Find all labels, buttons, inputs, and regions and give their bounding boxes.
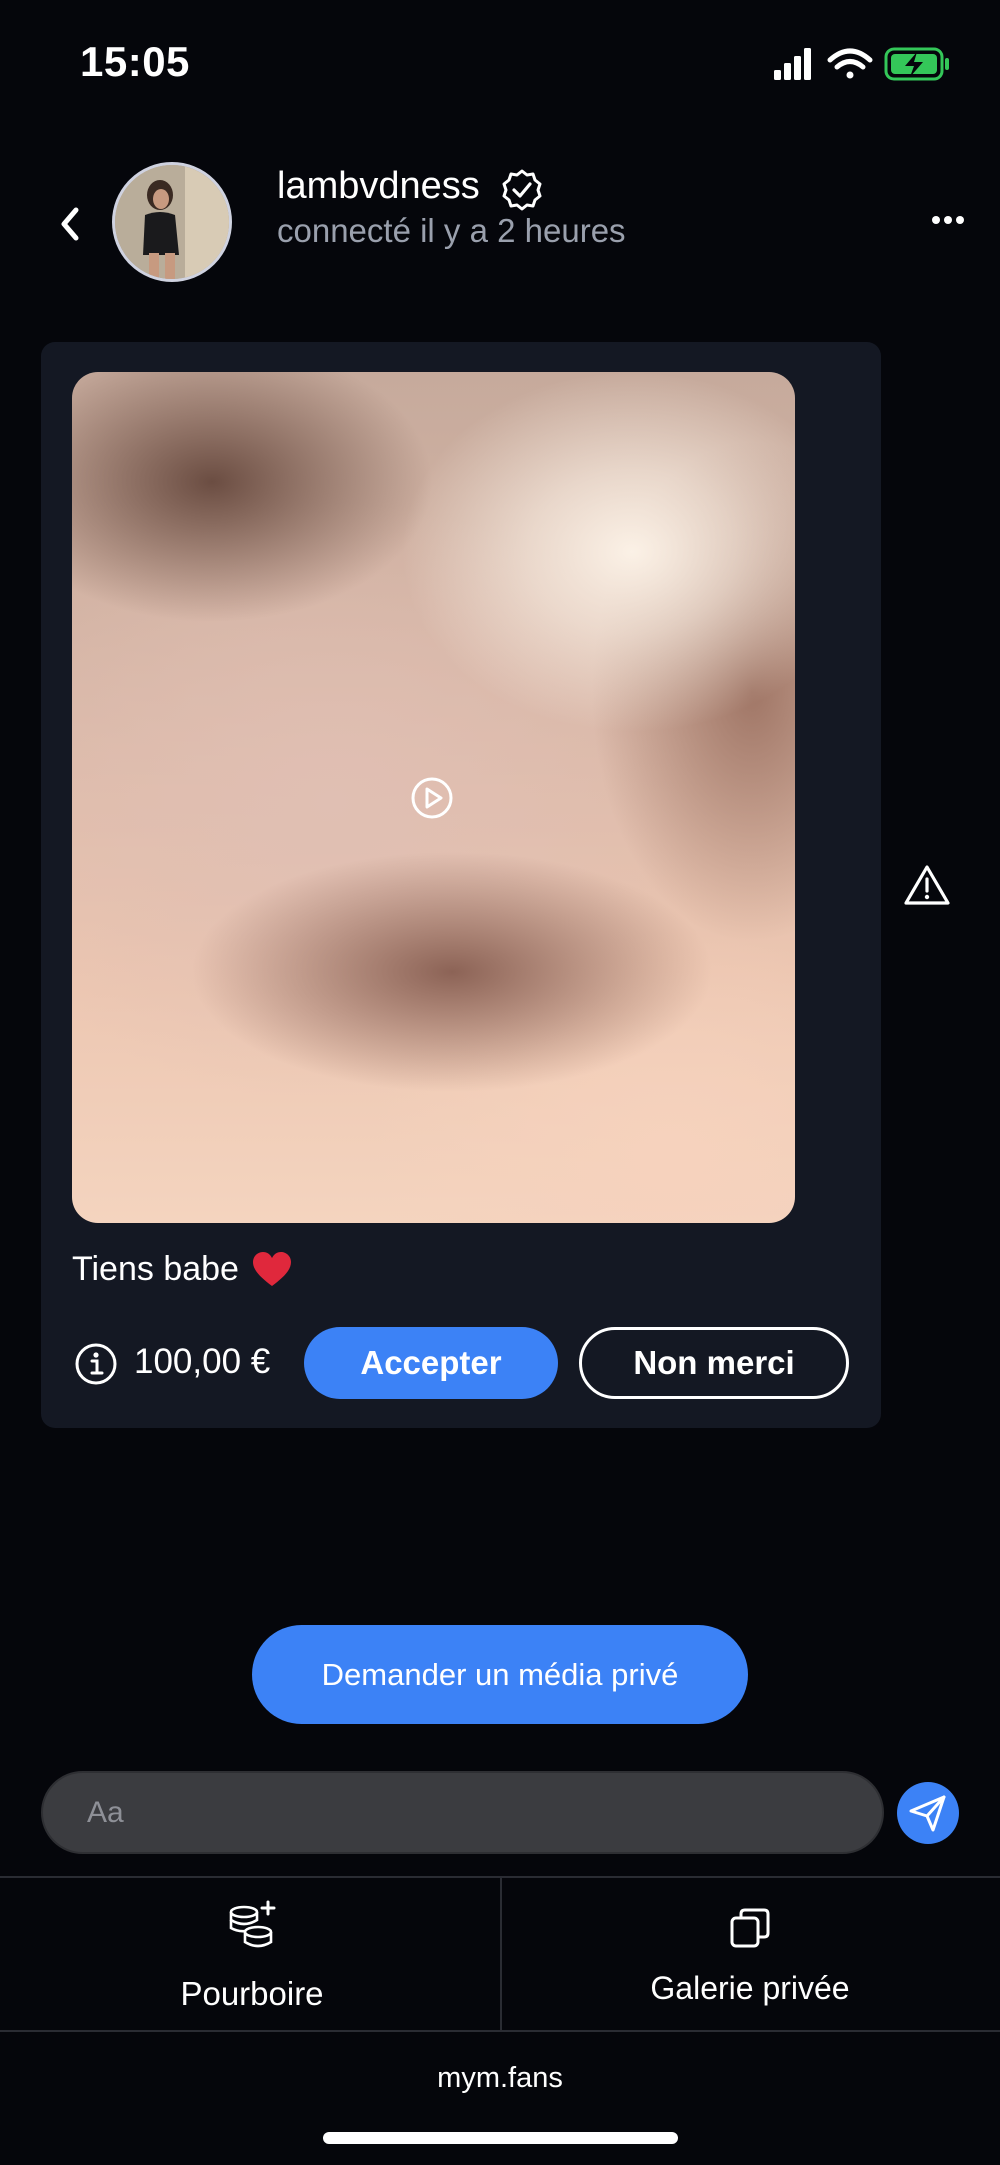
send-icon bbox=[909, 1795, 946, 1832]
accept-button[interactable]: Accepter bbox=[304, 1327, 558, 1399]
info-icon[interactable] bbox=[74, 1342, 118, 1386]
tab-private-gallery-label[interactable]: Galerie privée bbox=[580, 1970, 920, 2007]
username[interactable]: lambvdness bbox=[277, 165, 480, 208]
send-button[interactable] bbox=[897, 1782, 959, 1844]
request-private-media-button[interactable]: Demander un média privé bbox=[252, 1625, 748, 1724]
home-indicator[interactable] bbox=[323, 2132, 678, 2144]
coins-plus-icon[interactable] bbox=[224, 1900, 280, 1952]
more-options-icon[interactable] bbox=[930, 210, 966, 230]
site-domain: mym.fans bbox=[437, 2062, 563, 2094]
status-time: 15:05 bbox=[80, 38, 190, 85]
tab-divider bbox=[500, 1876, 502, 2032]
verified-badge-icon bbox=[502, 169, 542, 211]
avatar[interactable] bbox=[112, 162, 232, 282]
status-icons bbox=[774, 47, 949, 81]
heart-icon bbox=[253, 1252, 291, 1286]
last-seen-status: connecté il y a 2 heures bbox=[277, 212, 626, 249]
message-caption: Tiens babe bbox=[72, 1250, 239, 1288]
tab-tip-label[interactable]: Pourboire bbox=[172, 1975, 332, 2013]
wifi-icon bbox=[827, 48, 873, 79]
cellular-signal-icon bbox=[774, 48, 811, 80]
media-price: 100,00 € bbox=[134, 1342, 271, 1381]
battery-charging-icon bbox=[884, 47, 949, 81]
play-icon[interactable] bbox=[410, 776, 454, 820]
decline-button[interactable]: Non merci bbox=[579, 1327, 849, 1399]
gallery-stack-icon[interactable] bbox=[728, 1906, 772, 1950]
back-chevron-icon[interactable] bbox=[50, 200, 90, 248]
report-warning-icon[interactable] bbox=[904, 864, 950, 906]
message-input[interactable] bbox=[41, 1771, 884, 1854]
